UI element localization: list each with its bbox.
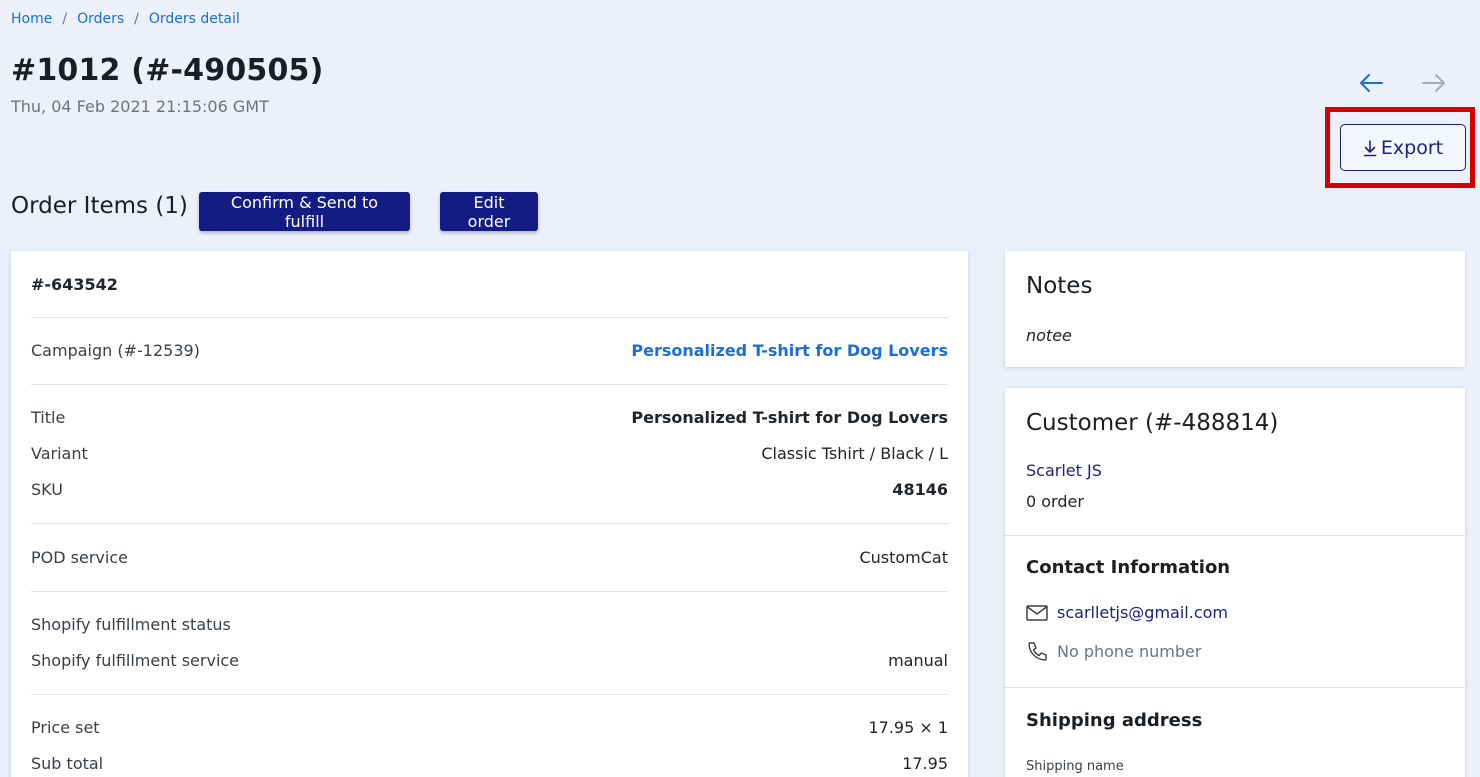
variant-value: Classic Tshirt / Black / L [761, 444, 948, 463]
sku-row: SKU 48146 [31, 480, 948, 499]
subtotal-label: Sub total [31, 754, 104, 773]
breadcrumb-home[interactable]: Home [11, 11, 52, 27]
breadcrumb-separator: / [62, 11, 68, 27]
divider [31, 317, 948, 318]
export-button[interactable]: Export [1340, 124, 1466, 171]
breadcrumb-separator: / [134, 11, 139, 27]
contact-email-row: scarlletjs@gmail.com [1026, 603, 1228, 622]
download-icon [1363, 139, 1377, 156]
divider [31, 694, 948, 695]
shopify-status-row: Shopify fulfillment status [31, 615, 948, 634]
divider [31, 591, 948, 592]
shopify-status-label: Shopify fulfillment status [31, 615, 231, 634]
campaign-row: Campaign (#-12539) Personalized T-shirt … [31, 341, 948, 360]
notes-text: notee [1026, 326, 1072, 345]
customer-name-link[interactable]: Scarlet JS [1026, 461, 1102, 480]
contact-phone-row: No phone number [1026, 641, 1201, 661]
title-label: Title [31, 408, 66, 427]
pod-service-value: CustomCat [859, 548, 948, 567]
mail-icon [1026, 604, 1048, 621]
page-title: #1012 (#-490505) [11, 53, 324, 88]
order-items-title: Order Items (1) [11, 193, 188, 219]
customer-email-link[interactable]: scarlletjs@gmail.com [1057, 603, 1228, 622]
variant-row: Variant Classic Tshirt / Black / L [31, 444, 948, 463]
shipping-name-label: Shipping name [1026, 759, 1124, 774]
variant-label: Variant [31, 444, 88, 463]
customer-order-count: 0 order [1026, 492, 1084, 511]
shopify-service-row: Shopify fulfillment service manual [31, 651, 948, 670]
export-label: Export [1380, 136, 1444, 159]
shipping-address-title: Shipping address [1026, 710, 1203, 731]
customer-card: Customer (#-488814) Scarlet JS 0 order C… [1005, 388, 1465, 777]
divider [31, 384, 948, 385]
phone-icon [1028, 642, 1047, 661]
divider [1005, 535, 1465, 536]
divider [1005, 687, 1465, 688]
pod-service-row: POD service CustomCat [31, 548, 948, 567]
confirm-send-to-fulfill-button[interactable]: Confirm & Send to fulfill [199, 192, 410, 231]
shopify-service-label: Shopify fulfillment service [31, 651, 240, 670]
price-set-label: Price set [31, 718, 100, 737]
subtotal-value: 17.95 [902, 754, 948, 773]
title-row: Title Personalized T-shirt for Dog Lover… [31, 408, 948, 427]
subtotal-row: Sub total 17.95 [31, 754, 948, 773]
campaign-link[interactable]: Personalized T-shirt for Dog Lovers [631, 341, 948, 360]
breadcrumb-orders[interactable]: Orders [77, 11, 124, 27]
shopify-service-value: manual [888, 651, 948, 670]
customer-title: Customer (#-488814) [1026, 410, 1279, 436]
edit-order-button[interactable]: Edit order [440, 192, 538, 231]
title-value: Personalized T-shirt for Dog Lovers [631, 408, 948, 427]
price-set-row: Price set 17.95 × 1 [31, 718, 948, 737]
next-order-button[interactable] [1419, 68, 1449, 98]
breadcrumb: Home / Orders / Orders detail [11, 11, 240, 27]
sku-value: 48146 [892, 480, 948, 499]
campaign-label: Campaign (#-12539) [31, 341, 200, 360]
pod-service-label: POD service [31, 548, 128, 567]
notes-card: Notes notee [1005, 251, 1465, 367]
divider [31, 523, 948, 524]
arrow-right-icon [1422, 74, 1445, 92]
previous-order-button[interactable] [1356, 68, 1386, 98]
order-date: Thu, 04 Feb 2021 21:15:06 GMT [11, 97, 269, 116]
price-set-value: 17.95 × 1 [868, 718, 948, 737]
contact-information-title: Contact Information [1026, 557, 1231, 578]
sku-label: SKU [31, 480, 63, 499]
notes-title: Notes [1026, 273, 1093, 299]
order-detail-page: Home / Orders / Orders detail #1012 (#-4… [0, 0, 1480, 777]
breadcrumb-orders-detail[interactable]: Orders detail [149, 11, 240, 27]
item-id: #-643542 [31, 275, 118, 294]
arrow-left-icon [1360, 74, 1383, 92]
customer-phone: No phone number [1057, 641, 1202, 661]
order-item-card: #-643542 Campaign (#-12539) Personalized… [11, 251, 968, 777]
